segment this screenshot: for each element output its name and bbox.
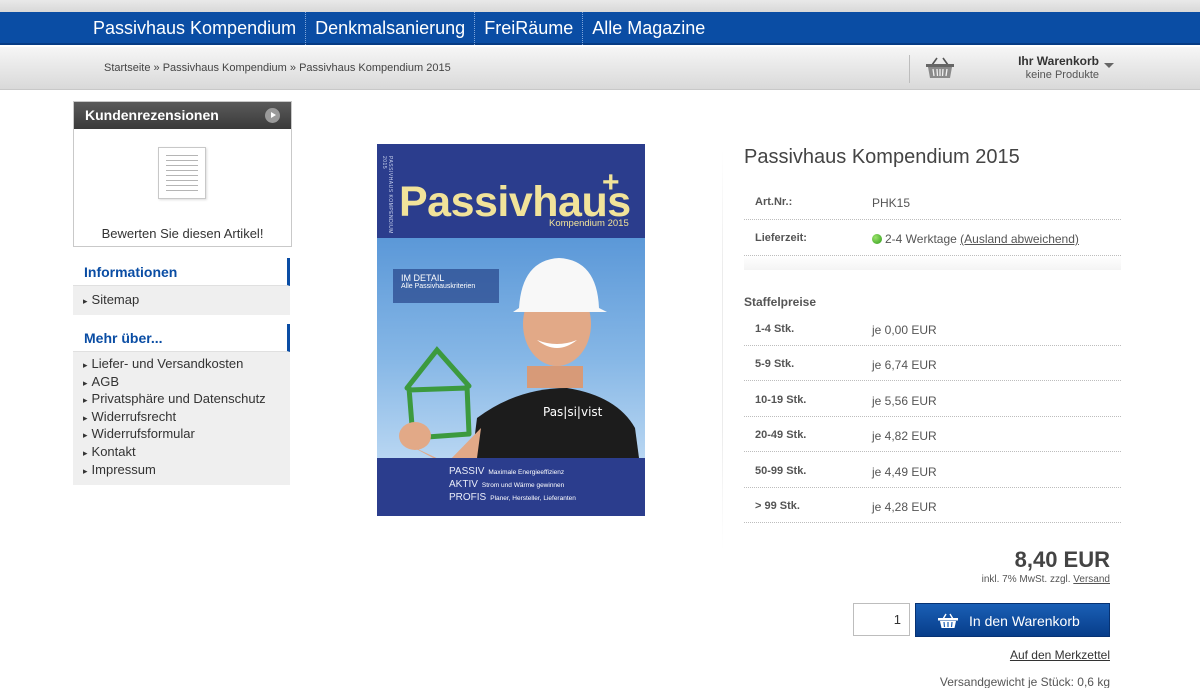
- document-icon: [158, 147, 206, 199]
- staffel-qty: 10-19 Stk.: [755, 394, 807, 406]
- informationen-box: Informationen Sitemap: [73, 258, 290, 315]
- quantity-input[interactable]: [853, 603, 910, 636]
- cover-footer: PASSIV Maximale Energieeffizienz AKTIV Str…: [377, 458, 645, 516]
- article-number-label: Art.Nr.:: [755, 196, 793, 208]
- staffel-row: 5-9 Stk. je 6,74 EUR: [744, 346, 1121, 381]
- sidebar-item-versandkosten[interactable]: Liefer- und Versandkosten: [83, 356, 290, 374]
- breadcrumb-bar: Startseite » Passivhaus Kompendium » Pas…: [0, 47, 1200, 90]
- breadcrumb: Startseite » Passivhaus Kompendium » Pas…: [104, 62, 451, 74]
- basket-icon[interactable]: [925, 56, 955, 80]
- mehr-box: Mehr über... Liefer- und Versandkosten A…: [73, 324, 290, 486]
- staffel-price: je 4,28 EUR: [872, 500, 937, 514]
- article-number-row: Art.Nr.: PHK15: [744, 184, 1121, 220]
- staffel-row: > 99 Stk. je 4,28 EUR: [744, 488, 1121, 523]
- product-price: 8,40 EUR: [1014, 547, 1110, 572]
- nav-alle-magazine[interactable]: Alle Magazine: [582, 12, 714, 45]
- sidebar-item-sitemap[interactable]: Sitemap: [83, 292, 290, 310]
- section-shade: [744, 256, 1121, 270]
- cover-subtitle: Kompendium 2015: [549, 218, 629, 229]
- add-to-cart-label: In den Warenkorb: [969, 613, 1080, 629]
- sidebar-item-agb[interactable]: AGB: [83, 374, 290, 392]
- staffelpreise-title: Staffelpreise: [744, 295, 817, 309]
- informationen-title: Informationen: [73, 258, 290, 286]
- product-title: Passivhaus Kompendium 2015: [744, 146, 1020, 168]
- wishlist-link[interactable]: Auf den Merkzettel: [900, 648, 1110, 662]
- sidebar-item-impressum[interactable]: Impressum: [83, 462, 290, 480]
- staffel-qty: 20-49 Stk.: [755, 429, 807, 441]
- cover-line-profis: PROFIS Planer, Hersteller, Lieferanten: [449, 492, 576, 503]
- cart-divider: [909, 55, 910, 83]
- sidebar-item-kontakt[interactable]: Kontakt: [83, 444, 290, 462]
- staffel-row: 1-4 Stk. je 0,00 EUR: [744, 311, 1121, 346]
- staffel-qty: > 99 Stk.: [755, 500, 800, 512]
- sidebar-item-widerrufsformular[interactable]: Widerrufsformular: [83, 426, 290, 444]
- staffel-price: je 4,49 EUR: [872, 465, 937, 479]
- cover-detail-box: IM DETAIL Alle Passivhauskriterien: [393, 269, 499, 303]
- reviews-title: Kundenrezensionen: [85, 107, 219, 123]
- staffel-qty: 5-9 Stk.: [755, 358, 795, 370]
- staffel-price: je 0,00 EUR: [872, 323, 937, 337]
- shipping-link[interactable]: Versand: [1073, 574, 1110, 585]
- sidebar-item-datenschutz[interactable]: Privatsphäre und Datenschutz: [83, 391, 290, 409]
- nav-denkmalsanierung[interactable]: Denkmalsanierung: [305, 12, 474, 45]
- nav-freiraeume[interactable]: FreiRäume: [474, 12, 582, 45]
- cover-line-passiv: PASSIV Maximale Energieeffizienz: [449, 466, 565, 477]
- add-to-cart-button[interactable]: In den Warenkorb: [915, 603, 1110, 637]
- cover-spine-text: PASSIVHAUS KOMPENDIUM 2015: [381, 156, 393, 234]
- chevron-down-icon[interactable]: [1104, 63, 1114, 68]
- article-number-value: PHK15: [872, 196, 911, 210]
- staffel-row: 50-99 Stk. je 4,49 EUR: [744, 453, 1121, 488]
- cover-line-aktiv: AKTIV Strom und Wärme gewinnen: [449, 479, 565, 490]
- mehr-title: Mehr über...: [73, 324, 290, 352]
- top-strip: [0, 0, 1200, 12]
- cover-shirt-text: Pas|si|vist: [543, 405, 603, 419]
- delivery-time-row: Lieferzeit: 2-4 Werktage (Ausland abweic…: [744, 220, 1121, 256]
- breadcrumb-passivhaus-kompendium[interactable]: Passivhaus Kompendium: [163, 62, 287, 74]
- main-navigation: Passivhaus Kompendium Denkmalsanierung F…: [0, 12, 1200, 45]
- staffel-price: je 6,74 EUR: [872, 358, 937, 372]
- availability-icon: [872, 234, 882, 244]
- sidebar-item-widerrufsrecht[interactable]: Widerrufsrecht: [83, 409, 290, 427]
- column-divider: [722, 150, 723, 550]
- staffel-price: je 4,82 EUR: [872, 429, 937, 443]
- breadcrumb-separator: »: [150, 62, 163, 74]
- staffel-qty: 1-4 Stk.: [755, 323, 795, 335]
- write-review-link[interactable]: Bewerten Sie diesen Artikel!: [74, 226, 291, 241]
- abroad-delivery-link[interactable]: (Ausland abweichend): [960, 232, 1079, 246]
- cover-plus: +: [602, 166, 620, 199]
- cart-title[interactable]: Ihr Warenkorb: [960, 54, 1099, 68]
- cart-status: keine Produkte: [1025, 69, 1099, 81]
- delivery-time-label: Lieferzeit:: [755, 232, 807, 244]
- delivery-time-value: 2-4 Werktage (Ausland abweichend): [872, 232, 1079, 246]
- cover-detail-title: IM DETAIL: [401, 273, 445, 283]
- nav-passivhaus-kompendium[interactable]: Passivhaus Kompendium: [84, 12, 305, 45]
- staffel-row: 20-49 Stk. je 4,82 EUR: [744, 417, 1121, 452]
- vat-note: inkl. 7% MwSt. zzgl. Versand: [981, 574, 1110, 585]
- basket-icon: [938, 613, 958, 628]
- staffel-price: je 5,56 EUR: [872, 394, 937, 408]
- staffel-row: 10-19 Stk. je 5,56 EUR: [744, 382, 1121, 417]
- breadcrumb-current: Passivhaus Kompendium 2015: [299, 62, 451, 74]
- shipping-weight: Versandgewicht je Stück: 0,6 kg: [939, 675, 1110, 688]
- breadcrumb-startseite[interactable]: Startseite: [104, 62, 150, 74]
- cover-detail-subtitle: Alle Passivhauskriterien: [401, 283, 476, 290]
- reviews-header: Kundenrezensionen: [74, 102, 291, 129]
- staffel-qty: 50-99 Stk.: [755, 465, 807, 477]
- breadcrumb-separator: »: [286, 62, 300, 74]
- reviews-box: Kundenrezensionen Bewerten Sie diesen Ar…: [73, 101, 292, 247]
- play-icon[interactable]: [265, 108, 280, 123]
- product-image[interactable]: PASSIVHAUS KOMPENDIUM 2015 Passivhaus + …: [377, 144, 645, 516]
